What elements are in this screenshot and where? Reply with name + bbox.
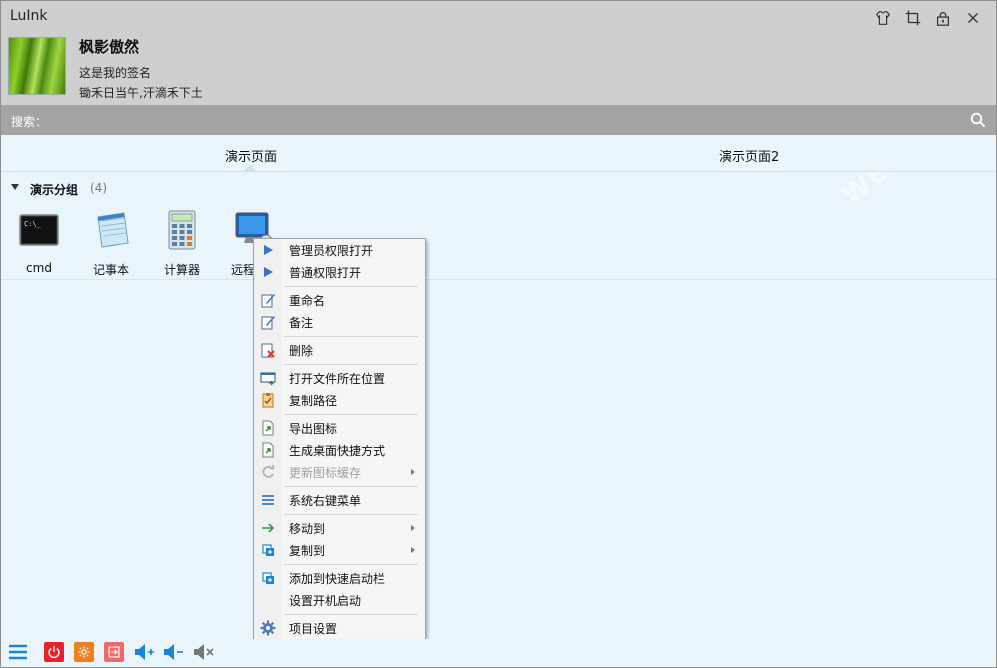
menu-separator: [284, 364, 418, 365]
menu-item-delete[interactable]: 删除: [254, 339, 425, 361]
profile-header: LuInk 枫影傲然 这是我的签名 锄禾日当午,汗滴禾下土: [1, 1, 996, 105]
app-title: LuInk: [10, 8, 48, 24]
menu-separator: [284, 414, 418, 415]
notepad-icon: [97, 212, 129, 248]
tab-demo-page-2[interactable]: 演示页面2: [719, 146, 779, 165]
power-icon[interactable]: [44, 642, 64, 662]
lock-icon[interactable]: [928, 7, 958, 29]
search-bar: 搜索：: [1, 105, 996, 135]
group-header[interactable]: 演示分组 (4): [1, 173, 996, 203]
shortcut-icon: [262, 442, 274, 458]
tab-bar: 演示页面 演示页面2: [1, 135, 996, 172]
context-menu: 管理员权限打开 普通权限打开 重命名 备注 删除 打开文件所在位置 复制路径 导…: [253, 238, 426, 641]
tab-demo-page[interactable]: 演示页面: [225, 146, 277, 165]
app-grid: C:\_ cmd 记事本 计算器 远程: [1, 204, 996, 280]
rename-icon: [261, 294, 275, 308]
app-window: WEIDOWN.COM WEIDOWN.COM WEIDOWN.COM WEID…: [0, 0, 997, 668]
menu-separator: [284, 286, 418, 287]
app-label: 记事本: [92, 263, 129, 277]
menu-separator: [284, 486, 418, 487]
menu-item-copy-to[interactable]: 复制到: [254, 539, 425, 561]
gear-icon: [260, 620, 276, 636]
app-label: cmd: [26, 261, 52, 275]
user-name: 枫影傲然: [79, 38, 140, 56]
logout-icon[interactable]: [104, 642, 124, 662]
submenu-arrow-icon: [411, 525, 415, 531]
chevron-down-icon[interactable]: [11, 184, 19, 190]
menu-separator: [284, 564, 418, 565]
restart-icon[interactable]: [74, 642, 94, 662]
menu-item-note[interactable]: 备注: [254, 311, 425, 333]
mute-icon[interactable]: [193, 642, 215, 662]
skin-icon[interactable]: [868, 7, 898, 29]
submenu-arrow-icon: [411, 469, 415, 475]
svg-text:C:\_: C:\_: [24, 220, 42, 228]
search-label: 搜索：: [11, 115, 48, 129]
app-item-notepad[interactable]: 记事本: [81, 209, 141, 278]
move-arrow-icon: [262, 523, 275, 533]
menu-separator: [284, 614, 418, 615]
play-icon: [264, 267, 273, 277]
copy-to-icon: [262, 544, 274, 556]
submenu-arrow-icon: [411, 547, 415, 553]
avatar[interactable]: [8, 37, 66, 95]
menu-icon[interactable]: [8, 642, 28, 662]
menu-item-open-location[interactable]: 打开文件所在位置: [254, 367, 425, 389]
note-icon: [261, 316, 275, 330]
menu-icon: [262, 495, 274, 505]
export-icon: [262, 420, 274, 436]
menu-item-copy-path[interactable]: 复制路径: [254, 389, 425, 411]
volume-down-icon[interactable]: [163, 642, 185, 662]
menu-item-desktop-shortcut[interactable]: 生成桌面快捷方式: [254, 439, 425, 461]
close-icon[interactable]: [958, 7, 988, 29]
crop-icon[interactable]: [898, 7, 928, 29]
app-label: 计算器: [163, 263, 200, 277]
search-icon[interactable]: [970, 112, 986, 128]
menu-item-refresh-icon-cache: 更新图标缓存: [254, 461, 425, 483]
menu-item-export-icon[interactable]: 导出图标: [254, 417, 425, 439]
delete-icon: [261, 343, 275, 358]
active-tab-indicator: [244, 165, 256, 171]
group-count: (4): [90, 181, 107, 195]
title-bar-controls: [868, 7, 988, 29]
menu-separator: [284, 514, 418, 515]
menu-separator: [284, 336, 418, 337]
search-input[interactable]: [51, 109, 951, 131]
app-item-cmd[interactable]: C:\_ cmd: [9, 209, 69, 275]
volume-up-icon[interactable]: [134, 642, 156, 662]
user-signature: 这是我的签名: [79, 66, 152, 80]
app-item-calculator[interactable]: 计算器: [152, 209, 212, 278]
menu-item-rename[interactable]: 重命名: [254, 289, 425, 311]
user-motto: 锄禾日当午,汗滴禾下土: [79, 86, 203, 100]
bottom-toolbar: [1, 639, 996, 667]
terminal-icon: C:\_: [19, 214, 59, 246]
menu-item-admin-open[interactable]: 管理员权限打开: [254, 239, 425, 261]
copy-path-icon: [262, 393, 274, 408]
play-icon: [264, 245, 273, 255]
quick-launch-icon: [262, 572, 274, 584]
menu-item-normal-open[interactable]: 普通权限打开: [254, 261, 425, 283]
calculator-icon: [168, 210, 196, 250]
menu-item-system-context-menu[interactable]: 系统右键菜单: [254, 489, 425, 511]
open-location-icon: [260, 372, 276, 386]
menu-item-project-settings[interactable]: 项目设置: [254, 617, 425, 639]
refresh-icon: [262, 464, 275, 478]
menu-item-move-to[interactable]: 移动到: [254, 517, 425, 539]
group-name: 演示分组: [30, 183, 79, 197]
menu-item-add-quick-launch[interactable]: 添加到快速启动栏: [254, 567, 425, 589]
menu-item-startup[interactable]: 设置开机启动: [254, 589, 425, 611]
